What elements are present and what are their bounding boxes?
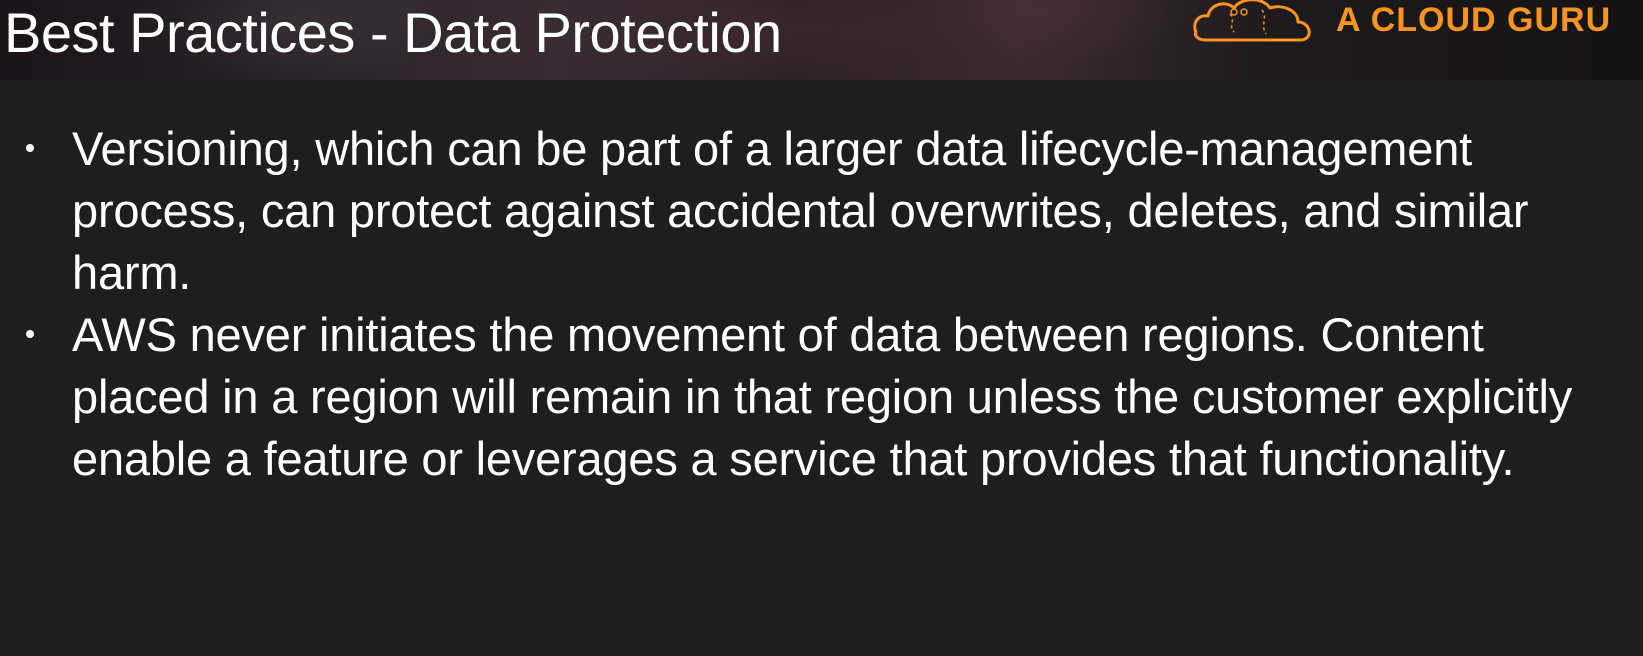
bullet-item: AWS never initiates the movement of data… xyxy=(0,304,1643,490)
bullet-list: Versioning, which can be part of a large… xyxy=(0,118,1643,490)
brand-name: A CLOUD GURU xyxy=(1336,0,1612,39)
brand: A CLOUD GURU xyxy=(1190,0,1611,48)
bullet-dot-icon xyxy=(26,330,34,338)
slide-header: Best Practices - Data Protection A CLOUD… xyxy=(0,0,1643,80)
slide-title: Best Practices - Data Protection xyxy=(4,1,782,64)
bullet-item: Versioning, which can be part of a large… xyxy=(0,118,1643,304)
bullet-text: AWS never initiates the movement of data… xyxy=(72,308,1572,485)
cloud-logo-icon xyxy=(1193,0,1311,42)
slide-body: Versioning, which can be part of a large… xyxy=(0,118,1643,490)
bullet-dot-icon xyxy=(26,144,34,152)
bullet-text: Versioning, which can be part of a large… xyxy=(72,122,1529,299)
